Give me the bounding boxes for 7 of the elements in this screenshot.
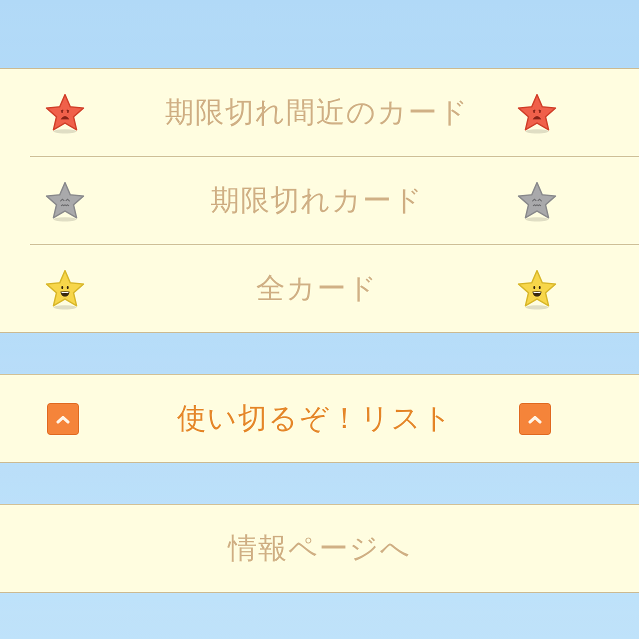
menu-item[interactable]: 全カード xyxy=(30,244,639,332)
info-link[interactable]: 情報ページへ xyxy=(0,504,639,593)
list-link[interactable]: 使い切るぞ！リスト xyxy=(0,374,639,463)
chevron-up-icon xyxy=(47,402,79,434)
menu-item[interactable]: 期限切れカード xyxy=(30,156,639,244)
menu-item[interactable]: 期限切れ間近のカード xyxy=(30,69,639,156)
chevron-up-icon xyxy=(519,402,551,434)
